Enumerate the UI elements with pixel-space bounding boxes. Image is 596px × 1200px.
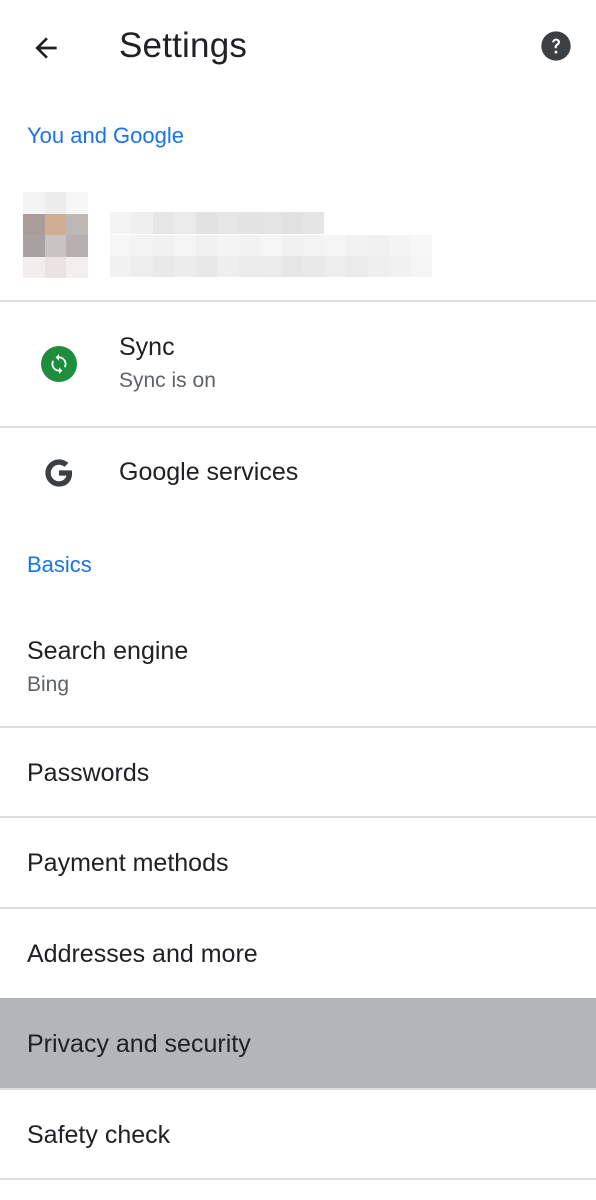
help-button[interactable]: [536, 26, 576, 66]
privacy-security-row[interactable]: Privacy and security: [0, 998, 596, 1088]
sync-title: Sync: [119, 333, 175, 361]
divider: [0, 1178, 596, 1180]
privacy-security-title: Privacy and security: [27, 1030, 251, 1058]
passwords-title: Passwords: [27, 759, 150, 787]
arrow-back-icon: [35, 37, 57, 59]
sync-row[interactable]: Sync Sync is on: [0, 302, 596, 426]
search-engine-subtitle: Bing: [27, 673, 70, 696]
section-header-you-and-google: You and Google: [27, 123, 184, 148]
safety-check-title: Safety check: [27, 1121, 171, 1149]
account-name-blurred: [110, 212, 325, 234]
avatar: [23, 192, 88, 278]
safety-check-row[interactable]: Safety check: [0, 1090, 596, 1178]
payment-methods-title: Payment methods: [27, 849, 229, 877]
payment-methods-row[interactable]: Payment methods: [0, 818, 596, 907]
search-engine-title: Search engine: [27, 637, 189, 665]
passwords-row[interactable]: Passwords: [0, 728, 596, 816]
addresses-title: Addresses and more: [27, 940, 258, 968]
back-button[interactable]: [20, 22, 72, 74]
sync-subtitle: Sync is on: [119, 369, 216, 392]
app-bar: Settings: [0, 0, 596, 94]
google-services-row[interactable]: Google services: [0, 428, 596, 520]
section-header-basics: Basics: [27, 552, 92, 577]
sync-icon: [40, 345, 78, 383]
page-title: Settings: [119, 26, 248, 65]
account-row[interactable]: [0, 185, 596, 300]
account-email-blurred: [110, 235, 432, 277]
google-services-title: Google services: [119, 458, 299, 486]
search-engine-row[interactable]: Search engine Bing: [0, 612, 596, 726]
help-circle-icon: [541, 31, 571, 61]
google-g-icon: [40, 454, 78, 492]
addresses-row[interactable]: Addresses and more: [0, 909, 596, 998]
